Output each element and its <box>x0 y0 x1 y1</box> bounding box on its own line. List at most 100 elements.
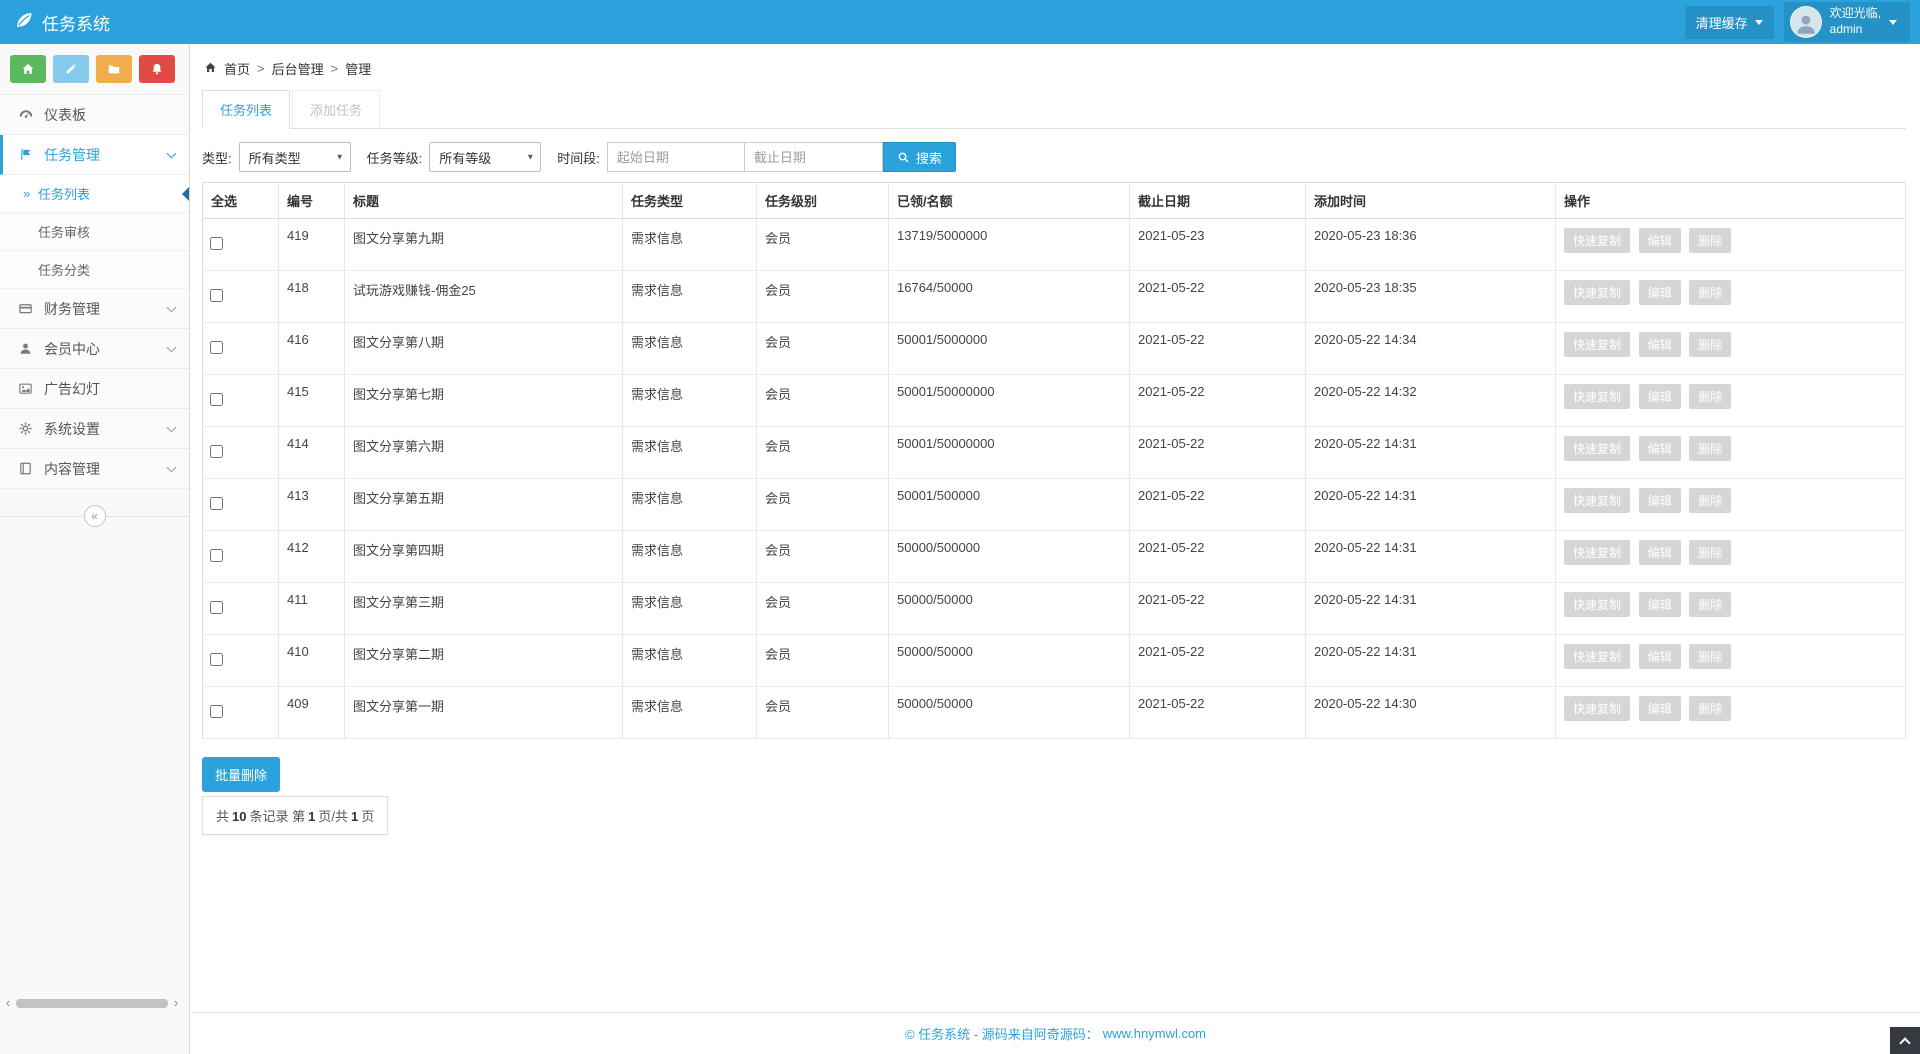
sidebar-subitem-task-review[interactable]: 任务审核 <box>0 213 189 251</box>
row-checkbox[interactable] <box>210 497 223 510</box>
row-checkbox[interactable] <box>210 601 223 614</box>
batch-delete-button[interactable]: 批量删除 <box>202 757 280 792</box>
sidebar-item-settings[interactable]: 系统设置 <box>0 409 189 449</box>
quick-copy-button[interactable]: 快速复制 <box>1564 488 1630 513</box>
delete-button[interactable]: 删除 <box>1689 540 1731 565</box>
quick-copy-button[interactable]: 快速复制 <box>1564 436 1630 461</box>
cell-created: 2020-05-22 14:30 <box>1306 687 1556 739</box>
cell-deadline: 2021-05-22 <box>1130 687 1306 739</box>
quick-copy-button[interactable]: 快速复制 <box>1564 332 1630 357</box>
header-id: 编号 <box>279 183 345 219</box>
cell-title: 图文分享第六期 <box>345 427 623 479</box>
user-menu[interactable]: 欢迎光临, admin <box>1784 2 1910 42</box>
chevron-up-icon <box>1899 1037 1910 1048</box>
edit-quick-button[interactable] <box>53 55 89 83</box>
delete-button[interactable]: 删除 <box>1689 280 1731 305</box>
period-filter-label: 时间段: <box>557 148 600 167</box>
cell-title: 试玩游戏赚钱-佣金25 <box>345 271 623 323</box>
cell-title: 图文分享第三期 <box>345 583 623 635</box>
folder-quick-button[interactable] <box>96 55 132 83</box>
cell-level: 会员 <box>757 687 889 739</box>
level-filter-select[interactable]: 所有等级 ▼ <box>429 142 541 172</box>
sidebar-horizontal-scrollbar[interactable]: ‹ › <box>3 996 181 1010</box>
header-level: 任务级别 <box>757 183 889 219</box>
breadcrumb-home[interactable]: 首页 <box>224 59 250 78</box>
delete-button[interactable]: 删除 <box>1689 592 1731 617</box>
home-quick-button[interactable] <box>10 55 46 83</box>
back-to-top-button[interactable] <box>1890 1027 1920 1054</box>
quick-copy-button[interactable]: 快速复制 <box>1564 592 1630 617</box>
sidebar-item-dashboard[interactable]: 仪表板 <box>0 95 189 135</box>
card-icon <box>17 301 34 316</box>
tab-add-task[interactable]: 添加任务 <box>292 90 380 129</box>
delete-button[interactable]: 删除 <box>1689 332 1731 357</box>
cell-level: 会员 <box>757 427 889 479</box>
scroll-right-icon[interactable]: › <box>171 997 181 1009</box>
quick-copy-button[interactable]: 快速复制 <box>1564 280 1630 305</box>
row-checkbox[interactable] <box>210 289 223 302</box>
row-checkbox[interactable] <box>210 653 223 666</box>
edit-button[interactable]: 编辑 <box>1639 592 1681 617</box>
row-checkbox[interactable] <box>210 445 223 458</box>
delete-button[interactable]: 删除 <box>1689 436 1731 461</box>
quick-copy-button[interactable]: 快速复制 <box>1564 384 1630 409</box>
row-checkbox[interactable] <box>210 237 223 250</box>
home-icon <box>204 61 217 77</box>
sidebar-item-task-management[interactable]: 任务管理 <box>0 135 189 175</box>
row-checkbox[interactable] <box>210 705 223 718</box>
footer-link[interactable]: www.hnymwl.com <box>1103 1026 1206 1041</box>
breadcrumb-admin[interactable]: 后台管理 <box>272 59 324 78</box>
edit-button[interactable]: 编辑 <box>1639 228 1681 253</box>
delete-button[interactable]: 删除 <box>1689 488 1731 513</box>
edit-button[interactable]: 编辑 <box>1639 384 1681 409</box>
cell-title: 图文分享第五期 <box>345 479 623 531</box>
delete-button[interactable]: 删除 <box>1689 696 1731 721</box>
notification-quick-button[interactable] <box>139 55 175 83</box>
header-type: 任务类型 <box>623 183 757 219</box>
search-button[interactable]: 搜索 <box>883 142 956 172</box>
start-date-input[interactable] <box>607 142 745 172</box>
table-row: 411 图文分享第三期 需求信息 会员 50000/50000 2021-05-… <box>203 583 1906 635</box>
header-actions: 操作 <box>1556 183 1906 219</box>
edit-button[interactable]: 编辑 <box>1639 696 1681 721</box>
sidebar-subitem-label: 任务分类 <box>38 260 90 279</box>
edit-button[interactable]: 编辑 <box>1639 332 1681 357</box>
edit-button[interactable]: 编辑 <box>1639 644 1681 669</box>
tab-task-list[interactable]: 任务列表 <box>202 90 290 129</box>
scrollbar-thumb[interactable] <box>16 999 168 1008</box>
sidebar-item-content[interactable]: 内容管理 <box>0 449 189 489</box>
edit-button[interactable]: 编辑 <box>1639 280 1681 305</box>
sidebar-item-members[interactable]: 会员中心 <box>0 329 189 369</box>
sidebar-subitem-task-list[interactable]: » 任务列表 <box>0 175 189 213</box>
edit-button[interactable]: 编辑 <box>1639 540 1681 565</box>
sidebar-item-finance[interactable]: 财务管理 <box>0 289 189 329</box>
task-management-submenu: » 任务列表 任务审核 任务分类 <box>0 175 189 289</box>
sidebar-collapse-button[interactable]: « <box>84 505 106 527</box>
quick-copy-button[interactable]: 快速复制 <box>1564 540 1630 565</box>
row-checkbox[interactable] <box>210 341 223 354</box>
cell-type: 需求信息 <box>623 219 757 271</box>
header-quota: 已领/名额 <box>889 183 1130 219</box>
table-row: 416 图文分享第八期 需求信息 会员 50001/5000000 2021-0… <box>203 323 1906 375</box>
scroll-left-icon[interactable]: ‹ <box>3 997 13 1009</box>
sidebar-subitem-task-category[interactable]: 任务分类 <box>0 251 189 289</box>
quick-copy-button[interactable]: 快速复制 <box>1564 644 1630 669</box>
delete-button[interactable]: 删除 <box>1689 384 1731 409</box>
quick-copy-button[interactable]: 快速复制 <box>1564 228 1630 253</box>
edit-button[interactable]: 编辑 <box>1639 436 1681 461</box>
quick-copy-button[interactable]: 快速复制 <box>1564 696 1630 721</box>
type-filter-select[interactable]: 所有类型 ▼ <box>239 142 351 172</box>
book-icon <box>17 461 34 476</box>
delete-button[interactable]: 删除 <box>1689 228 1731 253</box>
end-date-input[interactable] <box>745 142 883 172</box>
cell-deadline: 2021-05-22 <box>1130 479 1306 531</box>
sidebar-item-ad-slides[interactable]: 广告幻灯 <box>0 369 189 409</box>
type-filter-label: 类型: <box>202 148 232 167</box>
chevron-down-icon <box>167 302 177 312</box>
row-checkbox[interactable] <box>210 549 223 562</box>
clear-cache-button[interactable]: 清理缓存 <box>1685 6 1774 39</box>
app-title: 任务系统 <box>42 10 110 35</box>
edit-button[interactable]: 编辑 <box>1639 488 1681 513</box>
row-checkbox[interactable] <box>210 393 223 406</box>
delete-button[interactable]: 删除 <box>1689 644 1731 669</box>
